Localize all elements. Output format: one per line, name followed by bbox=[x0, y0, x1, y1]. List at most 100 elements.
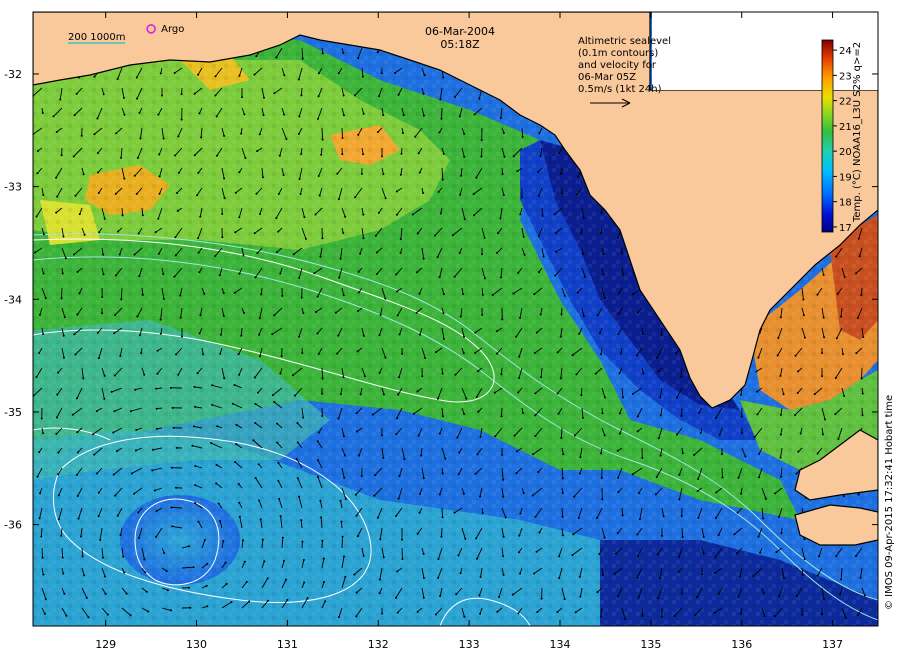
velocity-arrow-head bbox=[481, 253, 484, 256]
velocity-arrow-head bbox=[463, 218, 466, 221]
velocity-arrow-head bbox=[598, 553, 601, 556]
velocity-arrow-head bbox=[104, 575, 107, 578]
velocity-arrow-head bbox=[342, 231, 345, 234]
velocity-arrow-head bbox=[622, 396, 625, 399]
velocity-arrow-head bbox=[561, 534, 564, 537]
velocity-arrow-head bbox=[153, 489, 156, 492]
velocity-arrow-head bbox=[616, 532, 619, 535]
velocity-arrow-head bbox=[502, 555, 505, 558]
velocity-arrow-head bbox=[80, 134, 83, 137]
velocity-arrow-head bbox=[306, 596, 309, 599]
velocity-arrow-head bbox=[138, 111, 141, 114]
velocity-arrow-head bbox=[243, 113, 246, 116]
velocity-arrow-head bbox=[739, 613, 742, 616]
velocity-arrow-head bbox=[412, 412, 415, 415]
velocity-arrow-head bbox=[342, 114, 345, 117]
velocity-arrow-head bbox=[637, 596, 640, 599]
velocity-arrow-head bbox=[222, 540, 225, 543]
velocity-arrow-head bbox=[416, 232, 419, 235]
velocity-arrow-head bbox=[696, 596, 699, 599]
velocity-arrow-head bbox=[197, 171, 200, 174]
velocity-arrow-head bbox=[34, 251, 37, 254]
velocity-arrow-head bbox=[42, 432, 45, 435]
velocity-arrow-head bbox=[384, 297, 387, 300]
velocity-arrow-head bbox=[424, 356, 427, 359]
velocity-arrow-head bbox=[258, 333, 261, 336]
velocity-arrow-head bbox=[702, 552, 705, 555]
velocity-arrow-head bbox=[675, 433, 678, 436]
velocity-arrow-head bbox=[580, 232, 583, 235]
velocity-arrow-head bbox=[218, 274, 221, 277]
velocity-arrow-head bbox=[163, 551, 166, 554]
velocity-arrow-head bbox=[517, 551, 520, 554]
velocity-arrow-head bbox=[176, 209, 179, 212]
velocity-arrow-head bbox=[733, 533, 736, 536]
velocity-arrow-head bbox=[422, 92, 425, 95]
velocity-arrow-head bbox=[257, 463, 260, 466]
velocity-arrow-head bbox=[635, 354, 638, 357]
velocity-arrow-head bbox=[237, 353, 240, 356]
velocity-arrow-head bbox=[494, 435, 497, 438]
velocity-arrow-head bbox=[762, 517, 765, 520]
velocity-arrow-head bbox=[78, 213, 81, 216]
velocity-arrow-head bbox=[563, 294, 566, 297]
velocity-arrow-head bbox=[517, 391, 520, 394]
velocity-arrow-head bbox=[714, 556, 717, 559]
velocity-arrow-head bbox=[339, 393, 342, 396]
velocity-arrow-head bbox=[97, 357, 100, 360]
velocity-arrow-head bbox=[138, 275, 141, 278]
velocity-arrow bbox=[721, 467, 723, 478]
velocity-arrow-head bbox=[382, 393, 385, 396]
velocity-arrow-head bbox=[119, 534, 122, 537]
velocity-arrow-head bbox=[154, 231, 157, 234]
velocity-arrow-head bbox=[480, 138, 483, 141]
velocity-arrow-head bbox=[279, 372, 282, 375]
velocity-arrow-head bbox=[441, 415, 444, 418]
velocity-arrow-head bbox=[631, 473, 634, 476]
velocity-arrow-head bbox=[394, 596, 397, 599]
velocity-arrow-head bbox=[442, 293, 445, 296]
velocity-arrow-head bbox=[38, 313, 41, 316]
velocity-arrow-head bbox=[574, 611, 577, 614]
velocity-arrow-head bbox=[362, 554, 365, 557]
velocity-arrow-head bbox=[534, 414, 537, 417]
velocity-arrow-head bbox=[215, 463, 218, 466]
velocity-arrow-head bbox=[61, 556, 64, 559]
velocity-arrow bbox=[300, 87, 303, 96]
velocity-arrow-head bbox=[116, 78, 119, 81]
velocity-arrow-head bbox=[225, 582, 228, 585]
velocity-arrow-head bbox=[211, 384, 214, 387]
velocity-arrow-head bbox=[540, 597, 543, 600]
velocity-arrow-head bbox=[397, 393, 400, 396]
velocity-arrow-head bbox=[561, 492, 564, 495]
velocity-arrow-head bbox=[839, 593, 842, 596]
velocity-arrow-head bbox=[599, 615, 602, 618]
velocity-arrow-head bbox=[773, 615, 776, 618]
velocity-arrow-head bbox=[560, 192, 563, 195]
velocity-arrow-head bbox=[62, 356, 65, 359]
velocity-arrow-head bbox=[378, 578, 381, 581]
velocity-arrow-head bbox=[317, 174, 320, 177]
velocity-arrow-head bbox=[717, 533, 720, 536]
velocity-arrow-head bbox=[75, 397, 78, 400]
velocity-arrow-head bbox=[72, 155, 75, 158]
velocity-arrow-head bbox=[321, 237, 324, 240]
velocity-arrow-head bbox=[198, 332, 201, 335]
velocity-arrow-head bbox=[189, 606, 192, 609]
sst-map: 129 130 131 132 133 134 135 136 137 -32 -33 -34 -35… bbox=[4, 11, 895, 651]
annotation-line-3: and velocity for bbox=[578, 60, 657, 71]
velocity-arrow-head bbox=[253, 376, 256, 379]
velocity-arrow-head bbox=[578, 575, 581, 578]
colorbar-tick-label: 24 bbox=[839, 46, 852, 57]
velocity-arrow-head bbox=[540, 376, 543, 379]
velocity-arrow-head bbox=[99, 538, 102, 541]
velocity-arrow-head bbox=[777, 516, 780, 519]
velocity-arrow-head bbox=[401, 352, 404, 355]
velocity-arrow-head bbox=[97, 515, 100, 518]
velocity-arrow-head bbox=[537, 170, 540, 173]
velocity-arrow-head bbox=[624, 618, 627, 621]
velocity-arrow-head bbox=[194, 484, 197, 487]
velocity-arrow-head bbox=[355, 615, 358, 618]
velocity-arrow-head bbox=[318, 194, 321, 197]
velocity-arrow-head bbox=[536, 611, 539, 614]
